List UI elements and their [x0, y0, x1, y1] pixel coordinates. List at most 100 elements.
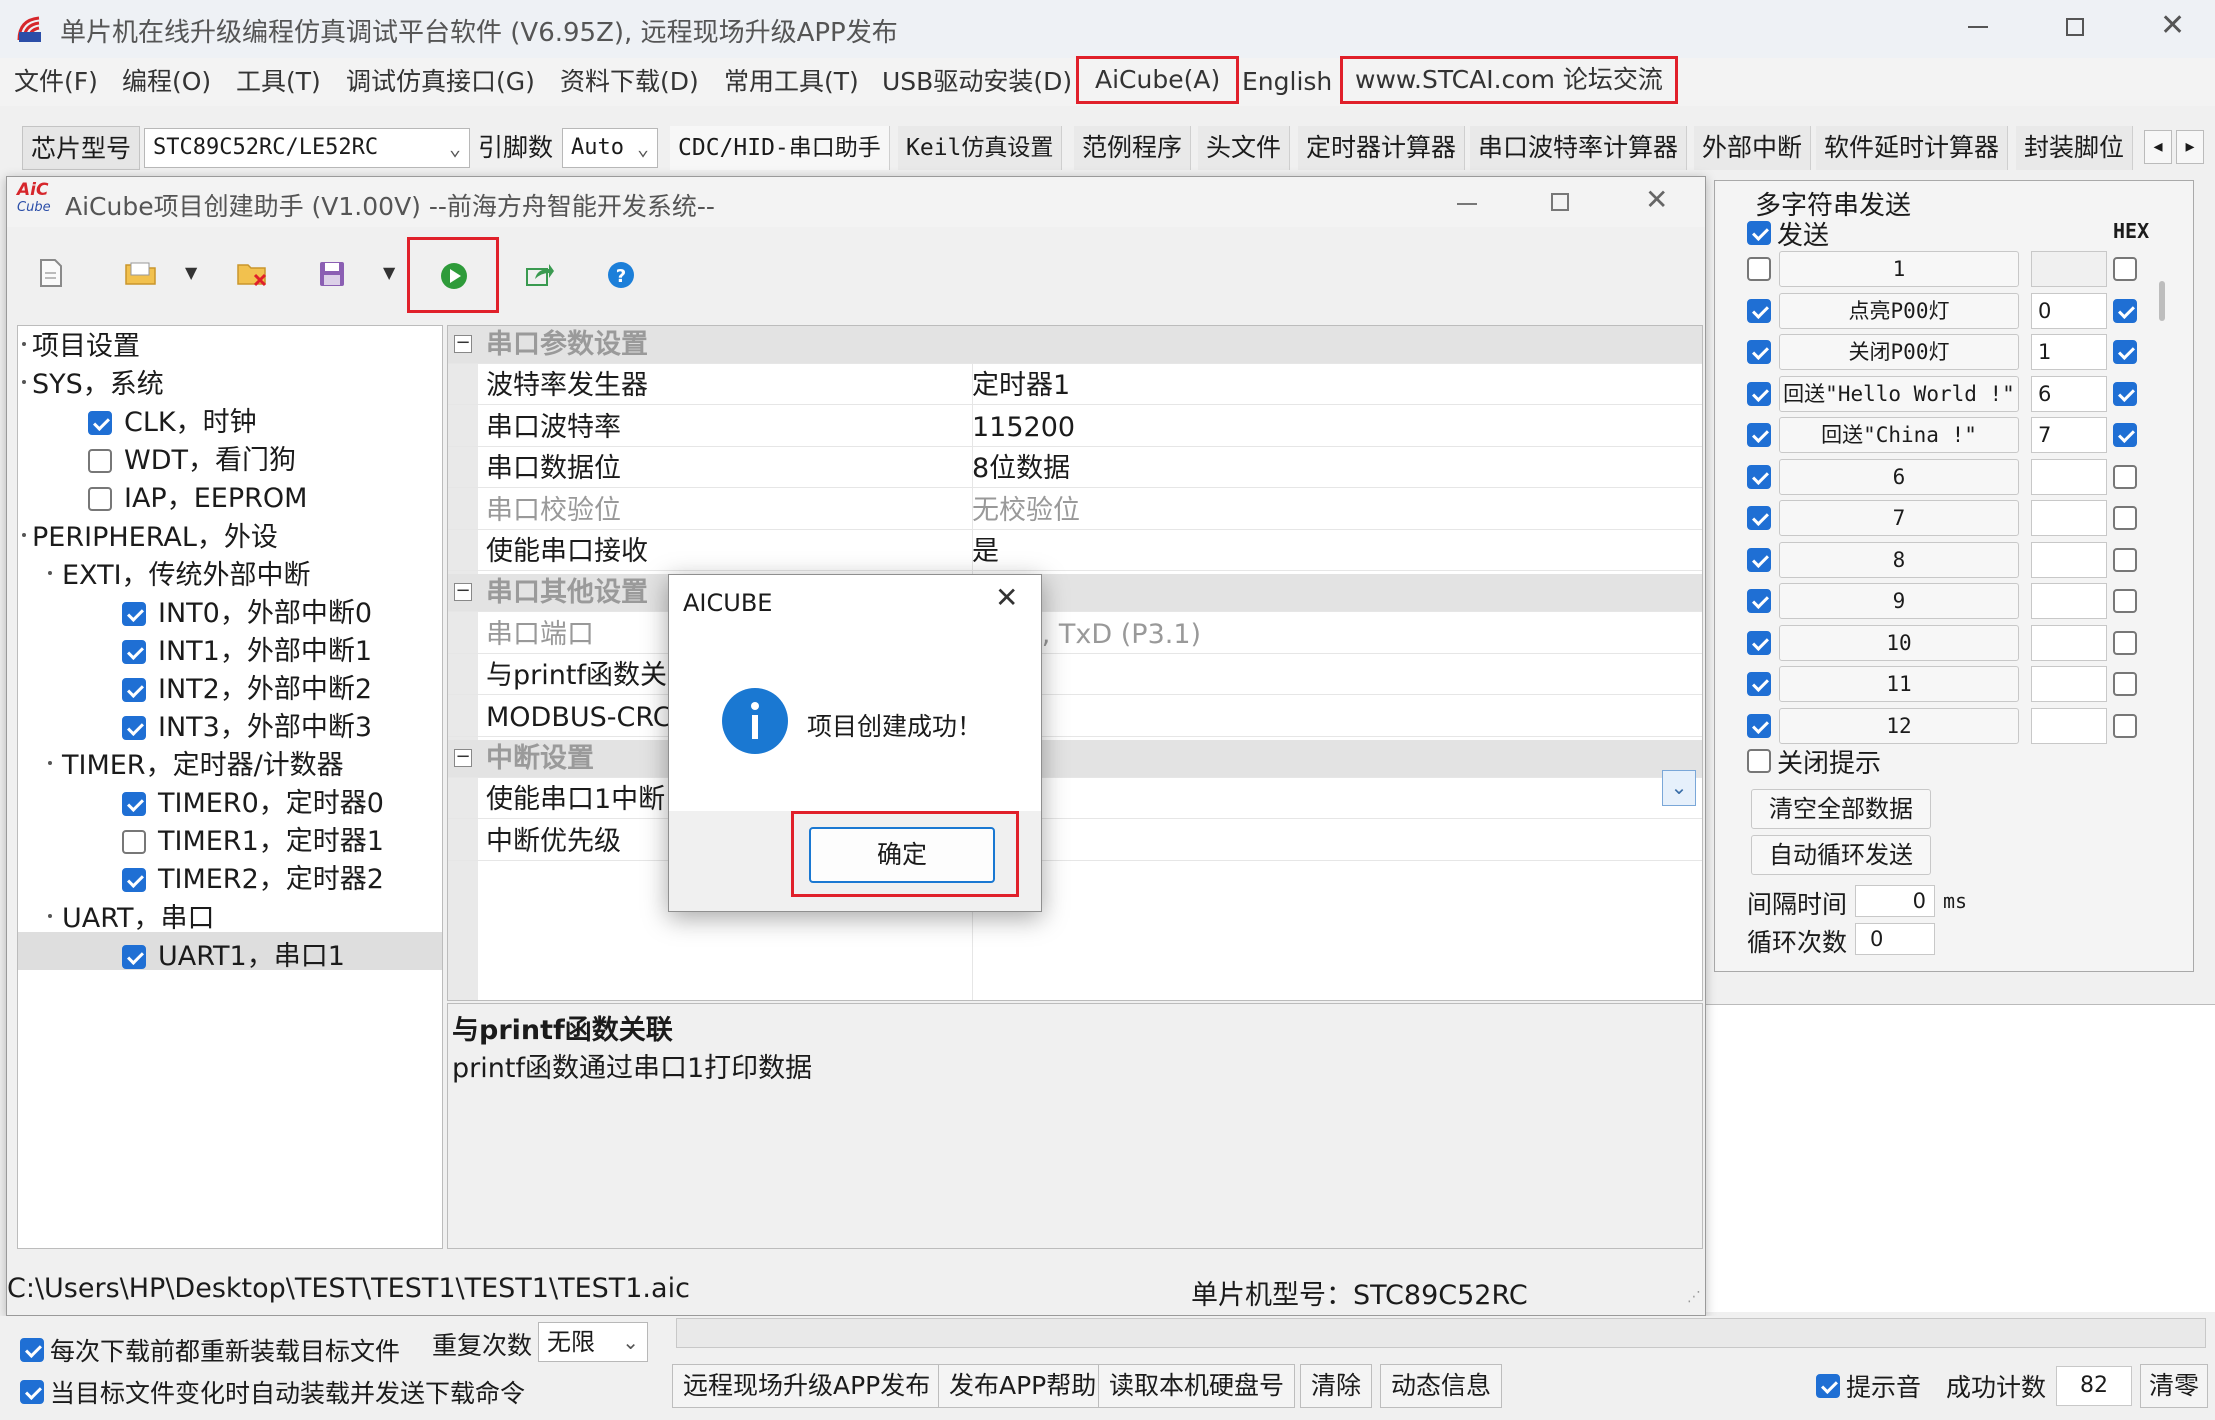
menu-debug-interface[interactable]: 调试仿真接口(G) [338, 64, 543, 100]
auto-loop-button[interactable]: 自动循环发送 [1751, 835, 1931, 875]
tree-node-checkbox[interactable] [122, 945, 146, 969]
send-row-value-input[interactable] [2031, 666, 2107, 702]
hex-checkbox[interactable] [2113, 672, 2137, 696]
maximize-icon[interactable] [1551, 193, 1569, 211]
tree-node-checkbox[interactable] [88, 449, 112, 473]
hex-checkbox[interactable] [2113, 340, 2137, 364]
tab-ext-interrupt[interactable]: 外部中断 [1694, 126, 1812, 170]
menu-program[interactable]: 编程(O) [114, 64, 219, 100]
repeat-select[interactable]: 无限 ⌄ [538, 1322, 648, 1362]
close-icon[interactable]: ✕ [2160, 8, 2185, 43]
save-icon[interactable] [319, 261, 345, 287]
send-string-button[interactable]: 8 [1779, 542, 2019, 578]
send-row-checkbox[interactable] [1747, 299, 1771, 323]
send-row-checkbox[interactable] [1747, 714, 1771, 738]
menu-aicube[interactable]: AiCube(A) [1076, 56, 1240, 104]
send-row-checkbox[interactable] [1747, 382, 1771, 406]
send-string-button[interactable]: 11 [1779, 666, 2019, 702]
open-folder-icon[interactable] [125, 261, 157, 285]
tree-expander-icon[interactable] [48, 571, 52, 575]
tab-keil-sim[interactable]: Keil仿真设置 [898, 126, 1063, 170]
run-button[interactable] [407, 237, 499, 313]
send-all-checkbox[interactable] [1747, 221, 1771, 245]
tab-scroll-left-icon[interactable]: ◂ [2144, 130, 2172, 164]
tab-examples[interactable]: 范例程序 [1074, 126, 1192, 170]
send-row-value-input[interactable] [2031, 500, 2107, 536]
menu-tools[interactable]: 工具(T) [228, 64, 329, 100]
menu-file[interactable]: 文件(F) [6, 64, 106, 100]
reload-checkbox[interactable] [20, 1338, 44, 1362]
menu-usb-driver[interactable]: USB驱动安装(D) [874, 64, 1080, 100]
resize-grip-icon[interactable]: ⋰ [1687, 1289, 1701, 1305]
send-row-value-input[interactable] [2031, 459, 2107, 495]
property-row[interactable]: 串口校验位 无校验位 [448, 492, 1702, 530]
send-row-value-input[interactable] [2031, 542, 2107, 578]
loop-count-input[interactable]: 0 [1855, 923, 1935, 955]
send-row-value-input[interactable] [2031, 583, 2107, 619]
send-row-value-input[interactable] [2031, 625, 2107, 661]
tab-headers[interactable]: 头文件 [1198, 126, 1291, 170]
hex-checkbox[interactable] [2113, 423, 2137, 447]
send-string-button[interactable]: 点亮P00灯 [1779, 293, 2019, 329]
send-row-value-input[interactable] [2031, 251, 2107, 287]
reset-count-button[interactable]: 清零 [2140, 1364, 2209, 1408]
tab-scroll-right-icon[interactable]: ▸ [2176, 130, 2204, 164]
minimize-icon[interactable] [1457, 203, 1477, 205]
send-string-button[interactable]: 9 [1779, 583, 2019, 619]
send-row-value-input[interactable]: 6 [2031, 376, 2107, 412]
close-tip-checkbox[interactable] [1747, 749, 1771, 773]
send-string-button[interactable]: 关闭P00灯 [1779, 334, 2019, 370]
tree-node-checkbox[interactable] [88, 411, 112, 435]
property-row[interactable]: 串口数据位 8位数据 [448, 450, 1702, 489]
hex-checkbox[interactable] [2113, 714, 2137, 738]
send-row-checkbox[interactable] [1747, 506, 1771, 530]
tree-expander-icon[interactable] [22, 533, 26, 537]
send-row-checkbox[interactable] [1747, 340, 1771, 364]
send-string-button[interactable]: 12 [1779, 708, 2019, 744]
maximize-icon[interactable] [2066, 18, 2084, 36]
read-disk-id-button[interactable]: 读取本机硬盘号 [1098, 1364, 1296, 1408]
send-row-value-input[interactable]: 0 [2031, 293, 2107, 329]
publish-app-button[interactable]: 远程现场升级APP发布 [672, 1364, 942, 1408]
save-dropdown-icon[interactable]: ▼ [383, 263, 395, 282]
dynamic-info-button[interactable]: 动态信息 [1380, 1364, 1503, 1408]
property-row[interactable]: 使能串口接收 是 [448, 533, 1702, 571]
send-row-value-input[interactable] [2031, 708, 2107, 744]
open-dropdown-icon[interactable]: ▼ [185, 263, 197, 282]
send-row-checkbox[interactable] [1747, 589, 1771, 613]
send-string-button[interactable]: 回送"China !" [1779, 417, 2019, 453]
minimize-icon[interactable] [1968, 26, 1988, 28]
tree-expander-icon[interactable] [48, 761, 52, 765]
hex-checkbox[interactable] [2113, 631, 2137, 655]
tab-timer-calc[interactable]: 定时器计算器 [1298, 126, 1466, 170]
hex-checkbox[interactable] [2113, 548, 2137, 572]
tree-node-checkbox[interactable] [122, 602, 146, 626]
auto-load-checkbox[interactable] [20, 1380, 44, 1404]
send-row-value-input[interactable]: 1 [2031, 334, 2107, 370]
clear-button[interactable]: 清除 [1300, 1364, 1373, 1408]
send-row-checkbox[interactable] [1747, 423, 1771, 447]
help-icon[interactable]: ? [607, 261, 635, 289]
tab-serial-assistant[interactable]: CDC/HID-串口助手 [670, 126, 890, 170]
hex-checkbox[interactable] [2113, 257, 2137, 281]
printf-dropdown-chevron-icon[interactable]: ⌄ [1662, 770, 1696, 806]
tab-package-pins[interactable]: 封装脚位 [2016, 126, 2134, 170]
send-row-checkbox[interactable] [1747, 465, 1771, 489]
menu-english[interactable]: English [1234, 64, 1340, 100]
tree-node-checkbox[interactable] [122, 868, 146, 892]
tree-expander-icon[interactable] [22, 342, 26, 346]
close-icon[interactable]: ✕ [995, 581, 1018, 614]
send-string-button[interactable]: 6 [1779, 459, 2019, 495]
tree-node-checkbox[interactable] [122, 830, 146, 854]
tree-node-checkbox[interactable] [122, 716, 146, 740]
hex-checkbox[interactable] [2113, 299, 2137, 323]
property-row[interactable]: 中断优先级先级 [448, 823, 1702, 861]
tree-node-checkbox[interactable] [88, 487, 112, 511]
send-string-button[interactable]: 10 [1779, 625, 2019, 661]
send-row-checkbox[interactable] [1747, 672, 1771, 696]
chip-select[interactable]: STC89C52RC/LE52RC ⌄ [144, 128, 470, 168]
send-string-button[interactable]: 1 [1779, 251, 2019, 287]
tree-node-checkbox[interactable] [122, 640, 146, 664]
send-string-button[interactable]: 回送"Hello World !" [1779, 376, 2019, 412]
send-row-checkbox[interactable] [1747, 631, 1771, 655]
